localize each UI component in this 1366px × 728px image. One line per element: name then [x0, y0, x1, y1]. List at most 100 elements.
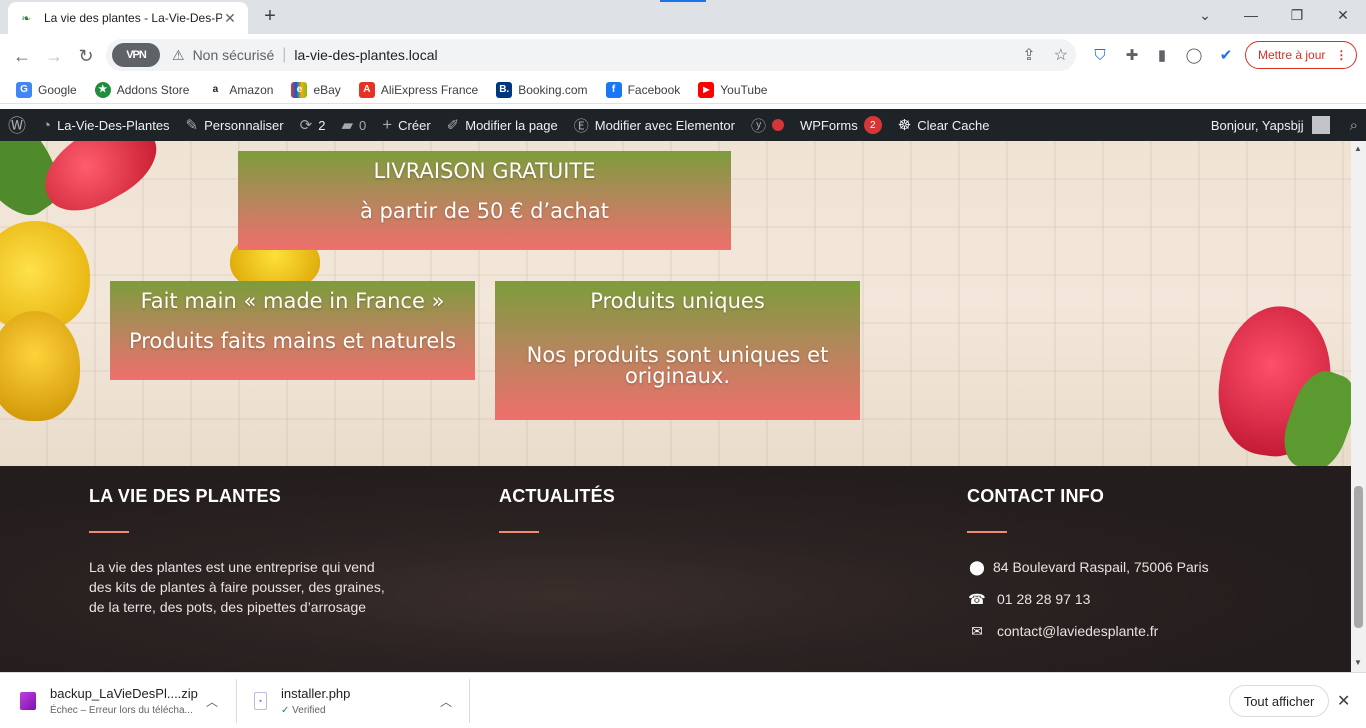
- download-separator: [236, 679, 237, 723]
- download-separator: [469, 679, 470, 723]
- show-all-downloads-button[interactable]: Tout afficher: [1229, 685, 1329, 717]
- tab-close-icon[interactable]: ✕: [222, 10, 238, 26]
- map-pin-icon: ⬤: [969, 558, 985, 575]
- wp-account[interactable]: Bonjour, Yapsbjj: [1203, 109, 1342, 141]
- free-shipping-banner: LIVRAISON GRATUITE à partir de 50 € d’ac…: [238, 151, 731, 250]
- brush-icon: ✎: [185, 117, 199, 134]
- yellow-tulip-decoration: [0, 311, 80, 421]
- download-item-backup[interactable]: backup_LaVieDesPl....zip Échec – Erreur …: [20, 673, 230, 728]
- extensions-puzzle-icon[interactable]: ✚: [1122, 45, 1142, 65]
- footer-about-text: La vie des plantes est une entreprise qu…: [89, 559, 385, 615]
- zip-file-icon: [20, 692, 36, 710]
- bookmark-youtube[interactable]: ▶ YouTube: [698, 81, 767, 98]
- close-window-button[interactable]: ✕: [1320, 0, 1366, 30]
- footer-news-title: ACTUALITÉS: [499, 486, 615, 506]
- red-tulip-decoration: [30, 141, 170, 227]
- bookmark-star-icon[interactable]: ☆: [1054, 45, 1068, 65]
- tab-search-chevron-icon[interactable]: ⌄: [1182, 0, 1228, 30]
- browser-tab-active[interactable]: ❧ La vie des plantes - La-Vie-Des-P ✕: [8, 2, 248, 34]
- url-text[interactable]: la-vie-des-plantes.local: [294, 47, 437, 63]
- wp-customize-label: Personnaliser: [204, 117, 284, 133]
- security-status[interactable]: Non sécurisé: [193, 47, 275, 63]
- scroll-up-arrow-icon[interactable]: ▲: [1354, 144, 1362, 153]
- update-button[interactable]: Mettre à jour ⋮: [1245, 41, 1357, 69]
- contact-phone-row: ☎ 01 28 28 97 13: [967, 583, 1209, 615]
- handmade-subtitle: Produits faits mains et naturels: [128, 329, 457, 353]
- wp-edit-elementor-label: Modifier avec Elementor: [594, 117, 735, 133]
- address-bar[interactable]: VPN ⚠ Non sécurisé | la-vie-des-plantes.…: [106, 39, 1076, 71]
- wp-greeting: Bonjour, Yapsbjj: [1210, 117, 1304, 133]
- profile-icon[interactable]: ◯: [1184, 45, 1204, 65]
- handmade-banner: Fait main « made in France » Produits fa…: [110, 281, 475, 380]
- side-panel-icon[interactable]: ▮: [1152, 45, 1172, 65]
- contact-phone: 01 28 28 97 13: [997, 591, 1091, 607]
- unique-products-title: Produits uniques: [590, 289, 765, 313]
- bookmark-aliexpress[interactable]: A AliExpress France: [358, 81, 478, 98]
- wp-clear-cache[interactable]: ☸ Clear Cache: [890, 109, 998, 141]
- pencil-icon: ✐: [446, 117, 460, 134]
- wp-comments-count: 0: [358, 117, 367, 133]
- wp-logo-menu[interactable]: Ⓦ: [0, 109, 34, 141]
- bookmark-amazon[interactable]: a Amazon: [207, 81, 273, 98]
- wp-edit-page[interactable]: ✐ Modifier la page: [439, 109, 566, 141]
- wp-new-content[interactable]: + Créer: [374, 109, 438, 141]
- download-item-installer[interactable]: ▪ installer.php ✓ Verified ︿: [254, 673, 464, 728]
- wp-clear-cache-label: Clear Cache: [917, 117, 990, 133]
- avatar: [1311, 116, 1330, 134]
- wp-edit-elementor[interactable]: Ⓔ Modifier avec Elementor: [566, 109, 743, 141]
- download-filename: backup_LaVieDesPl....zip: [50, 686, 198, 701]
- page-scrollbar[interactable]: ▲ ▼: [1351, 141, 1366, 672]
- scrollbar-thumb[interactable]: [1354, 486, 1363, 628]
- scroll-down-arrow-icon[interactable]: ▼: [1354, 658, 1362, 667]
- bookmark-facebook[interactable]: f Facebook: [605, 81, 680, 98]
- warning-icon[interactable]: ⚠: [172, 47, 185, 64]
- vpn-badge[interactable]: VPN: [112, 43, 160, 67]
- wp-updates-count: 2: [318, 117, 326, 133]
- bookmark-ebay[interactable]: e eBay: [291, 81, 341, 98]
- download-status-row: ✓ Verified: [281, 705, 350, 716]
- wp-comments[interactable]: ▰ 0: [333, 109, 374, 141]
- plus-icon: +: [382, 115, 393, 134]
- forward-arrow-icon[interactable]: →: [40, 42, 68, 70]
- footer-about-column: LA VIE DES PLANTES La vie des plantes es…: [89, 486, 389, 617]
- wp-site-name[interactable]: ◔ La-Vie-Des-Plantes: [34, 109, 178, 141]
- wp-customize[interactable]: ✎ Personnaliser: [178, 109, 292, 141]
- site-footer: LA VIE DES PLANTES La vie des plantes es…: [0, 466, 1351, 672]
- contact-email[interactable]: contact@laviedesplante.fr: [997, 623, 1158, 639]
- share-icon[interactable]: ⇪: [1022, 45, 1035, 65]
- download-status: Verified: [292, 705, 326, 716]
- wp-search[interactable]: ⌕: [1342, 109, 1366, 141]
- bookmark-booking[interactable]: B. Booking.com: [496, 81, 588, 98]
- search-icon: ⌕: [1349, 116, 1358, 134]
- wp-updates[interactable]: ⟳ 2: [292, 109, 334, 141]
- free-shipping-title: LIVRAISON GRATUITE: [373, 159, 596, 183]
- phone-icon: ☎: [968, 590, 986, 607]
- chevron-up-icon[interactable]: ︿: [206, 693, 218, 710]
- privacy-shield-icon[interactable]: ⛉: [1090, 45, 1110, 65]
- amazon-icon: a: [207, 81, 224, 98]
- restore-button[interactable]: ❐: [1274, 0, 1320, 30]
- reload-icon[interactable]: ↻: [72, 42, 100, 70]
- bookmark-addons-store[interactable]: ★ Addons Store: [94, 81, 189, 98]
- wp-wpforms[interactable]: WPForms 2: [792, 109, 890, 141]
- chevron-up-icon[interactable]: ︿: [440, 693, 452, 710]
- minimize-button[interactable]: —: [1228, 0, 1274, 30]
- footer-contact-title: CONTACT INFO: [967, 486, 1105, 506]
- back-arrow-icon[interactable]: ←: [8, 42, 36, 70]
- new-tab-button[interactable]: +: [258, 5, 282, 29]
- security-check-icon[interactable]: ✔: [1216, 45, 1236, 65]
- facebook-icon: f: [605, 81, 622, 98]
- wpforms-badge: 2: [863, 116, 882, 134]
- aliexpress-icon: A: [358, 81, 375, 98]
- leaf-favicon-icon: ❧: [21, 12, 31, 25]
- wp-seo[interactable]: ⓨ: [743, 109, 792, 141]
- close-download-bar-icon[interactable]: ✕: [1337, 691, 1350, 711]
- comment-icon: ▰: [341, 117, 353, 134]
- footer-title-underline: [967, 531, 1007, 533]
- bookmark-label: Booking.com: [518, 82, 588, 97]
- free-shipping-subtitle: à partir de 50 € d’achat: [360, 199, 609, 223]
- address-separator: |: [282, 46, 287, 63]
- bookmark-google[interactable]: G Google: [16, 81, 77, 98]
- wp-admin-bar: Ⓦ ◔ La-Vie-Des-Plantes ✎ Personnaliser ⟳ 2 …: [0, 109, 1366, 141]
- addons-store-icon: ★: [94, 81, 111, 98]
